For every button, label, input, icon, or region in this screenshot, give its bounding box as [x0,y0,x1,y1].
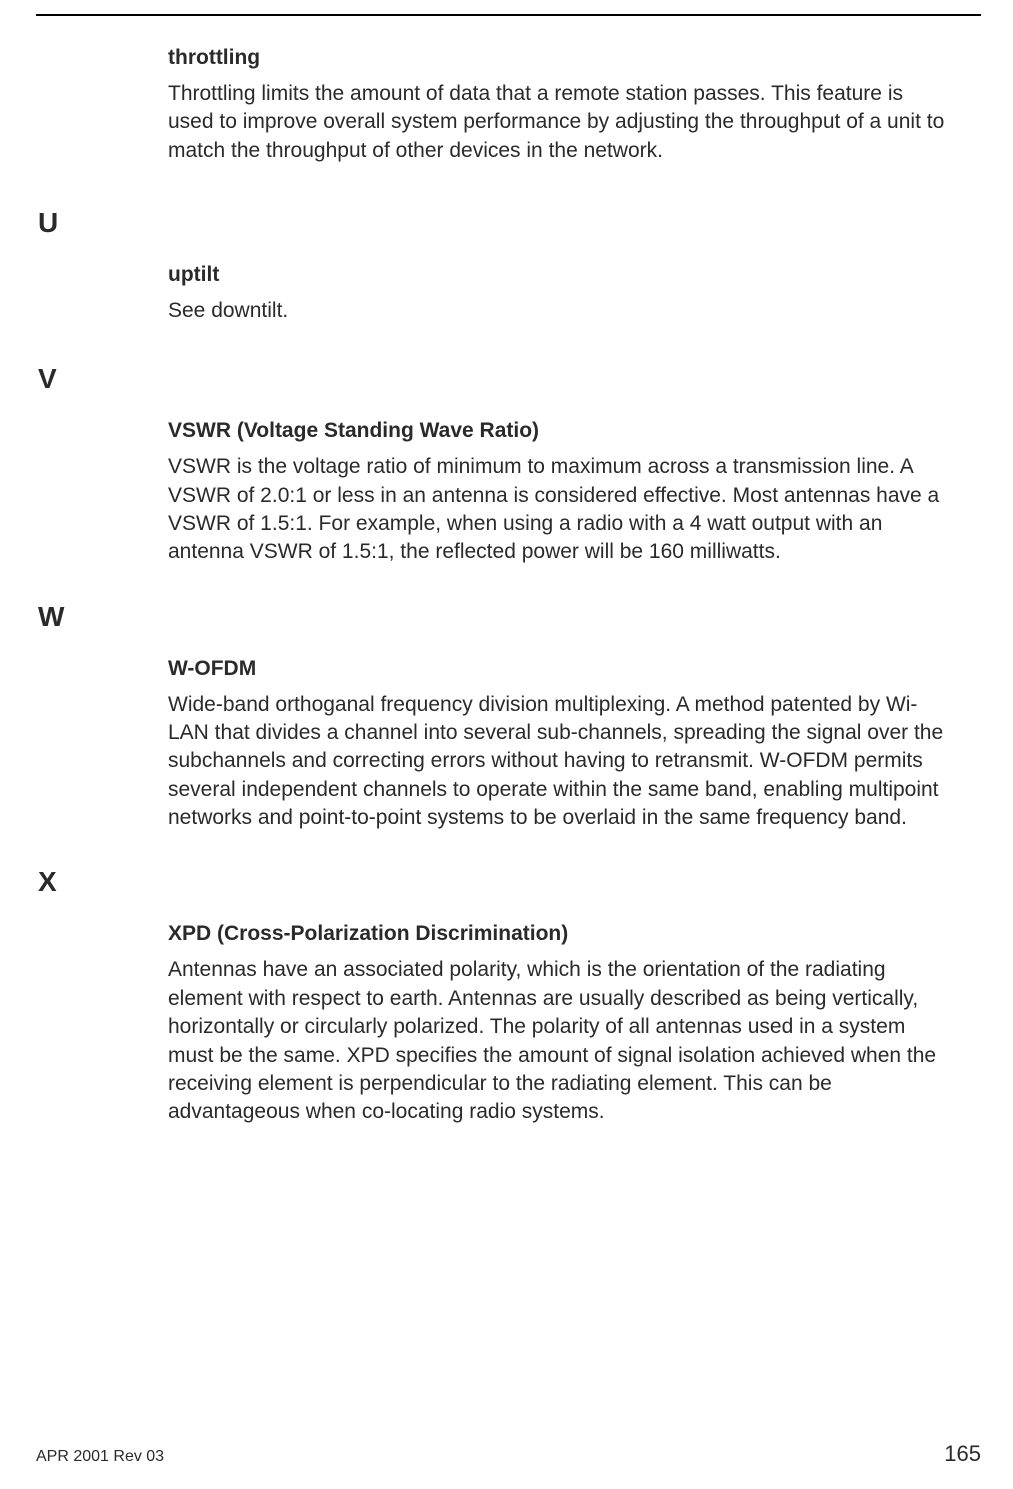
glossary-entry-wofdm: W-OFDM Wide-band orthoganal frequency di… [168,657,951,833]
section-letter-x: X [38,868,951,896]
term-vswr: VSWR (Voltage Standing Wave Ratio) [168,419,951,443]
page-content: throttling Throttling limits the amount … [0,16,1013,1127]
page-footer: APR 2001 Rev 03 165 [36,1441,981,1467]
footer-revision: APR 2001 Rev 03 [36,1448,164,1466]
definition-throttling: Throttling limits the amount of data tha… [168,80,951,165]
glossary-entry-xpd: XPD (Cross-Polarization Discrimination) … [168,922,951,1126]
glossary-entry-vswr: VSWR (Voltage Standing Wave Ratio) VSWR … [168,419,951,566]
definition-wofdm: Wide-band orthoganal frequency division … [168,691,951,833]
term-throttling: throttling [168,46,951,70]
glossary-entry-uptilt: uptilt See downtilt. [168,263,951,325]
glossary-entry-throttling: throttling Throttling limits the amount … [168,46,951,165]
section-letter-v: V [38,365,951,393]
definition-xpd: Antennas have an associated polarity, wh… [168,956,951,1126]
term-uptilt: uptilt [168,263,951,287]
definition-vswr: VSWR is the voltage ratio of minimum to … [168,453,951,566]
page-number: 165 [944,1441,981,1467]
section-letter-w: W [38,603,951,631]
term-xpd: XPD (Cross-Polarization Discrimination) [168,922,951,946]
term-wofdm: W-OFDM [168,657,951,681]
section-letter-u: U [38,209,951,237]
definition-uptilt: See downtilt. [168,297,951,325]
